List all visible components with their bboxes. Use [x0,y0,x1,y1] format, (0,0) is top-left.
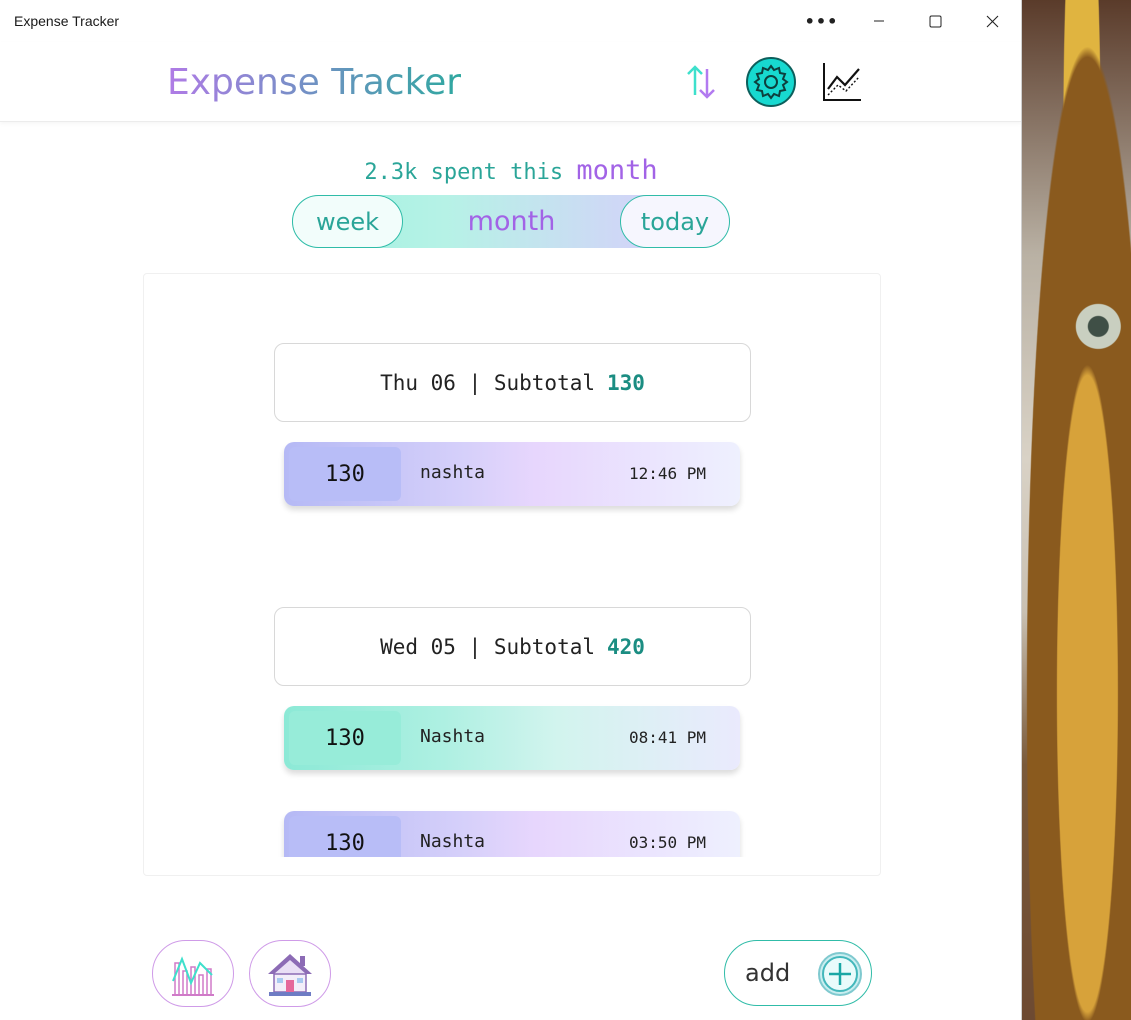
expense-item[interactable]: 130 nashta 12:46 PM [284,442,740,506]
maximize-button[interactable] [907,0,964,42]
add-expense-button[interactable]: add [724,940,872,1006]
title-bar: Expense Tracker ••• [0,0,1021,42]
period-option-month[interactable]: month [403,195,620,248]
expense-time: 12:46 PM [628,464,706,483]
analytics-nav-button[interactable] [152,940,234,1007]
expense-list[interactable]: Thu 06 | Subtotal 130 130 nashta 12:46 PM… [144,274,882,857]
plus-circle-icon [818,952,862,996]
add-button-label: add [745,959,791,987]
bar-chart-icon [172,955,214,996]
expense-list-panel[interactable]: Thu 06 | Subtotal 130 130 nashta 12:46 PM… [143,273,881,876]
expense-amount: 130 [289,711,401,765]
minimize-button[interactable] [850,0,907,42]
maximize-icon [929,15,942,27]
desktop-background [1022,0,1131,1020]
summary-period: month [576,155,658,186]
close-icon [986,15,999,27]
window-controls: ••• [793,0,1021,42]
app-title: Expense Tracker [167,62,462,103]
spending-summary: 2.3k spent this month [0,155,1021,186]
expense-description: Nashta [420,831,486,852]
sort-button[interactable] [675,56,727,108]
minimize-icon [873,20,884,22]
expense-time: 08:41 PM [628,728,706,747]
period-option-week[interactable]: week [292,195,403,248]
day-header-label: Wed 05 | Subtotal [380,634,595,659]
day-subtotal: 130 [607,370,645,395]
expense-amount: 130 [289,816,401,857]
app-header: Expense Tracker [0,42,1021,122]
period-option-today[interactable]: today [620,195,730,248]
settings-gear-icon [746,57,796,107]
expense-time: 03:50 PM [628,833,706,852]
day-header-label: Thu 06 | Subtotal [380,370,595,395]
window-title: Expense Tracker [14,13,120,29]
expense-amount: 130 [289,447,401,501]
expense-description: Nashta [420,726,486,747]
home-nav-button[interactable] [249,940,331,1007]
more-options-button[interactable]: ••• [793,0,850,42]
settings-button[interactable] [745,56,797,108]
expense-description: nashta [420,462,486,483]
app-window: Expense Tracker ••• Expense Tracker 2.3k… [0,0,1022,1020]
period-toggle: week month today [292,195,730,248]
sort-icon [687,65,715,99]
day-header: Thu 06 | Subtotal 130 [274,343,751,422]
day-header: Wed 05 | Subtotal 420 [274,607,751,686]
summary-text: 2.3k spent this [364,160,577,185]
statistics-button[interactable] [816,56,868,108]
expense-item[interactable]: 130 Nashta 08:41 PM [284,706,740,770]
line-chart-icon [823,63,861,101]
day-subtotal: 420 [607,634,645,659]
close-button[interactable] [964,0,1021,42]
expense-item[interactable]: 130 Nashta 03:50 PM [284,811,740,857]
home-icon [268,953,312,996]
